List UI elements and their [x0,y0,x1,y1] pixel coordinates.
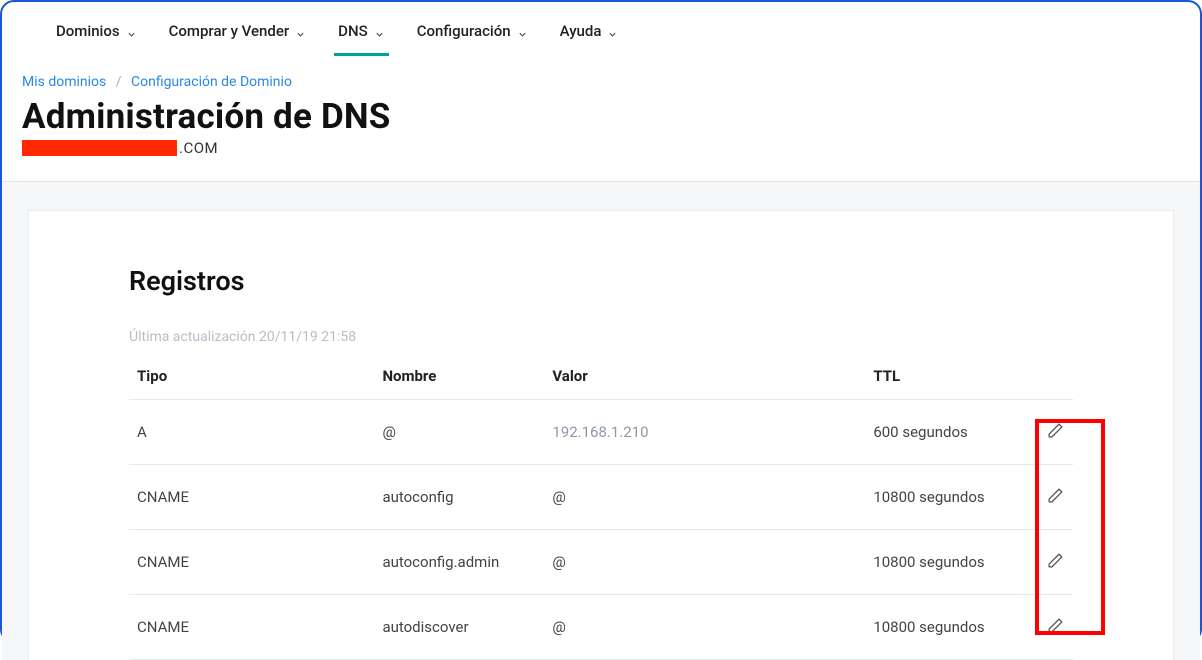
last-updated-value: 20/11/19 21:58 [259,329,356,345]
nav-label: DNS [338,22,368,40]
edit-button[interactable] [1041,613,1069,641]
cell-value: @ [544,530,865,595]
records-table: Tipo Nombre Valor TTL A@192.168.1.210600… [129,355,1073,660]
page-title: Administración de DNS [2,90,1200,137]
cell-value: @ [544,465,865,530]
col-value: Valor [544,355,865,400]
chevron-down-icon [607,26,618,37]
domain-suffix: .COM [179,139,218,157]
breadcrumb-sep: / [116,74,122,90]
cell-value: @ [544,595,865,660]
col-type: Tipo [129,355,374,400]
cell-actions [1016,595,1073,660]
nav-label: Ayuda [560,22,602,40]
pencil-icon [1047,422,1064,443]
nav-item-comprar-vender[interactable]: Comprar y Vender [155,18,321,56]
cell-actions [1016,400,1073,465]
records-heading: Registros [129,265,1073,297]
redacted-domain [22,140,177,156]
cell-name: autoconfig [374,465,544,530]
cell-ttl: 10800 segundos [865,530,1016,595]
table-row: A@192.168.1.210600 segundos [129,400,1073,465]
cell-type: CNAME [129,595,374,660]
cell-name: autodiscover [374,595,544,660]
cell-actions [1016,465,1073,530]
breadcrumb-configuracion-dominio[interactable]: Configuración de Dominio [131,74,292,90]
col-name: Nombre [374,355,544,400]
cell-ttl: 600 segundos [865,400,1016,465]
table-row: CNAMEautodiscover@10800 segundos [129,595,1073,660]
last-updated: Última actualización 20/11/19 21:58 [129,329,1073,345]
edit-button[interactable] [1041,418,1069,446]
pencil-icon [1047,552,1064,573]
nav-label: Comprar y Vender [169,22,290,40]
nav-label: Dominios [56,22,120,40]
chevron-down-icon [374,26,385,37]
cell-ttl: 10800 segundos [865,595,1016,660]
nav-label: Configuración [417,22,511,40]
cell-type: CNAME [129,530,374,595]
records-card: Registros Última actualización 20/11/19 … [28,210,1174,660]
nav-item-ayuda[interactable]: Ayuda [546,18,633,56]
edit-button[interactable] [1041,548,1069,576]
chevron-down-icon [517,26,528,37]
top-nav: Dominios Comprar y Vender DNS Configurac… [2,2,1200,56]
cell-value: 192.168.1.210 [544,400,865,465]
nav-item-dominios[interactable]: Dominios [42,18,151,56]
card-wrap: Registros Última actualización 20/11/19 … [2,182,1200,660]
pencil-icon [1047,617,1064,638]
chevron-down-icon [295,26,306,37]
chevron-down-icon [126,26,137,37]
col-ttl: TTL [865,355,1016,400]
breadcrumb: Mis dominios / Configuración de Dominio [2,56,1200,90]
cell-type: A [129,400,374,465]
breadcrumb-mis-dominios[interactable]: Mis dominios [22,74,106,90]
cell-type: CNAME [129,465,374,530]
pencil-icon [1047,487,1064,508]
cell-ttl: 10800 segundos [865,465,1016,530]
table-row: CNAMEautoconfig.admin@10800 segundos [129,530,1073,595]
edit-button[interactable] [1041,483,1069,511]
nav-item-configuracion[interactable]: Configuración [403,18,542,56]
cell-name: @ [374,400,544,465]
nav-item-dns[interactable]: DNS [324,18,399,56]
cell-name: autoconfig.admin [374,530,544,595]
domain-name: .COM [2,137,1200,181]
cell-actions [1016,530,1073,595]
table-row: CNAMEautoconfig@10800 segundos [129,465,1073,530]
last-updated-prefix: Última actualización [129,329,256,345]
